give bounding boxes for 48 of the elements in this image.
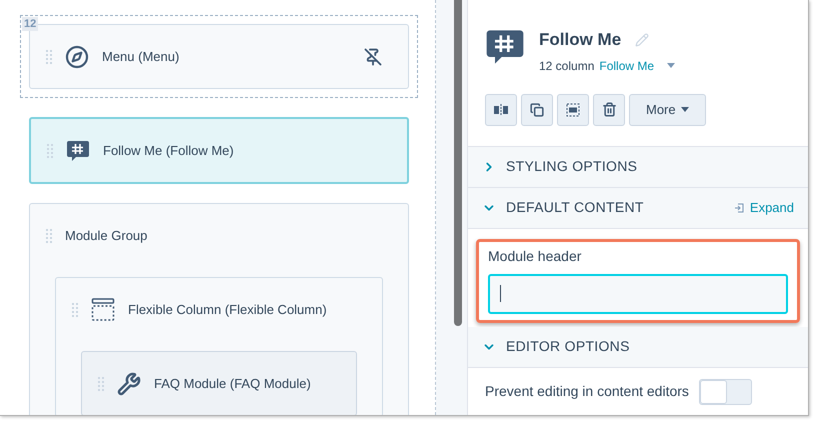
panel-subtitle: 12 column <box>539 58 594 74</box>
compass-icon <box>65 44 89 68</box>
module-label: Menu (Menu) <box>102 48 180 66</box>
caret-icon <box>680 107 689 112</box>
split-column-icon <box>494 104 508 116</box>
drag-handle-icon[interactable] <box>46 50 52 64</box>
pin-off-icon[interactable] <box>364 48 382 66</box>
module-card[interactable]: Follow Me (Follow Me) <box>29 117 409 184</box>
module-type-link[interactable]: Follow Me <box>599 56 654 74</box>
module-card[interactable]: FAQ Module (FAQ Module) <box>81 351 357 415</box>
module-label: FAQ Module (FAQ Module) <box>154 374 311 393</box>
field-label: Module header <box>488 246 582 266</box>
wrench-icon <box>117 372 141 396</box>
drag-handle-icon[interactable] <box>72 302 78 316</box>
more-button[interactable]: More <box>629 94 706 126</box>
wrap-group-button[interactable] <box>557 94 589 126</box>
caret-icon[interactable] <box>667 63 676 68</box>
delete-button[interactable] <box>593 94 625 126</box>
scrollbar-thumb[interactable] <box>454 0 462 326</box>
panel-title: Follow Me <box>539 29 622 51</box>
module-card[interactable]: Module Group Flexible Column (Flexible Column) FAQ Module (FAQ Module) <box>29 203 409 415</box>
drag-handle-icon[interactable] <box>46 228 52 242</box>
hashtag-chat-icon <box>66 138 90 162</box>
drag-handle-icon[interactable] <box>98 376 104 390</box>
section-header[interactable]: DEFAULT CONTENT Expand <box>468 188 808 228</box>
module-label: Follow Me (Follow Me) <box>103 142 234 160</box>
pencil-icon[interactable] <box>635 32 650 47</box>
copy-icon <box>530 102 544 116</box>
section-header[interactable]: EDITOR OPTIONS <box>468 326 808 368</box>
module-header-input[interactable] <box>488 274 788 314</box>
clone-button[interactable] <box>521 94 553 126</box>
toggle-switch[interactable] <box>698 378 752 404</box>
drag-handle-icon[interactable] <box>47 144 53 158</box>
section-title: STYLING OPTIONS <box>506 157 638 176</box>
column-layout-icon <box>91 298 115 322</box>
toggle-label: Prevent editing in content editors <box>485 382 689 401</box>
trash-icon <box>602 102 616 117</box>
expand-icon <box>734 202 744 212</box>
split-column-button[interactable] <box>485 94 517 126</box>
module-label: Module Group <box>65 226 148 245</box>
module-card[interactable]: Flexible Column (Flexible Column) FAQ Module (FAQ Module) <box>55 277 383 415</box>
section-header[interactable]: STYLING OPTIONS <box>468 146 808 188</box>
column-badge: 12 <box>22 17 38 31</box>
text-cursor <box>500 285 501 302</box>
section-title: DEFAULT CONTENT <box>506 198 644 217</box>
dashed-group-icon <box>566 102 580 116</box>
section-title: EDITOR OPTIONS <box>506 337 630 356</box>
module-label: Flexible Column (Flexible Column) <box>128 300 327 319</box>
